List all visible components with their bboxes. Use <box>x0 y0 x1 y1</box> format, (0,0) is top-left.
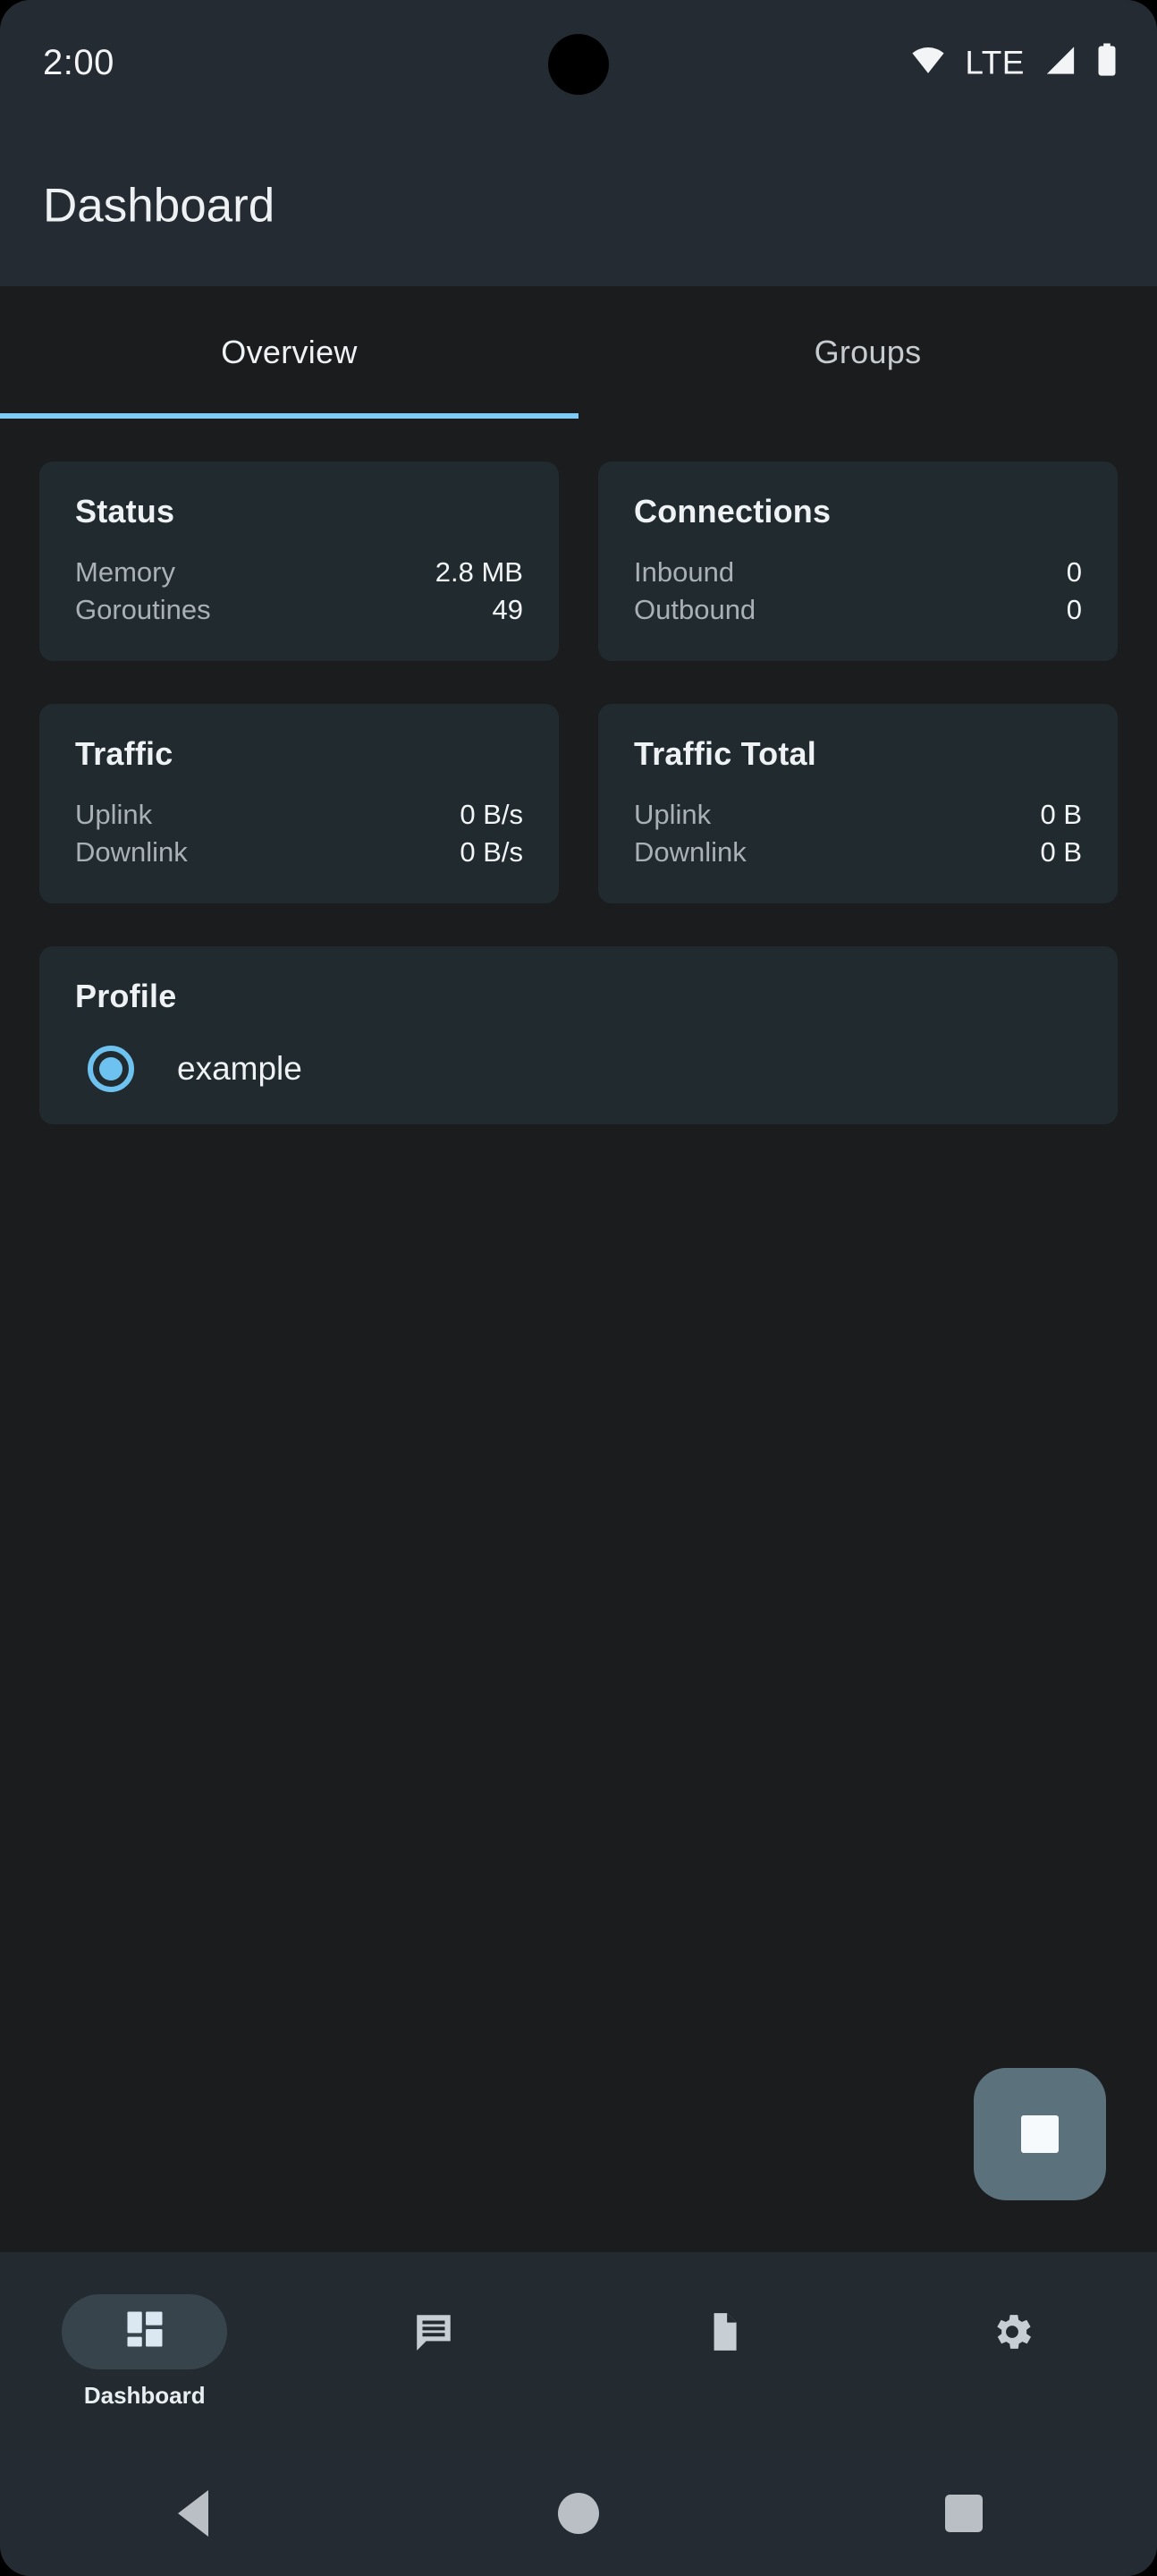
radio-dot <box>99 1057 122 1080</box>
system-back-button[interactable] <box>0 2490 385 2537</box>
status-bar-clock: 2:00 <box>43 42 114 82</box>
card-row-2: Traffic Uplink 0 B/s Downlink 0 B/s Traf… <box>0 704 1157 903</box>
status-bar-icons: LTE <box>910 43 1118 82</box>
connections-row-outbound: Outbound 0 <box>634 591 1082 629</box>
connections-inbound-value: 0 <box>1066 556 1082 588</box>
traffic-total-uplink-label: Uplink <box>634 799 712 830</box>
card-row-1: Status Memory 2.8 MB Goroutines 49 Conne… <box>0 462 1157 661</box>
traffic-downlink-label: Downlink <box>75 836 188 868</box>
nav-item-dashboard[interactable]: Dashboard <box>0 2252 290 2451</box>
bottom-navigation-bar: Dashboard Logs Files <box>0 2252 1157 2451</box>
connections-inbound-label: Inbound <box>634 556 735 588</box>
profile-option-label: example <box>177 1050 302 1087</box>
connections-row-inbound: Inbound 0 <box>634 554 1082 591</box>
gear-icon <box>930 2294 1095 2369</box>
tab-bar: Overview Groups <box>0 286 1157 419</box>
nav-item-dashboard-label: Dashboard <box>83 2381 206 2409</box>
profile-option-row[interactable]: example <box>75 1046 1082 1092</box>
dashboard-icon <box>122 2306 168 2357</box>
camera-punch-hole <box>548 34 609 95</box>
system-navigation-bar <box>0 2451 1157 2576</box>
phone-screen: 2:00 LTE Dashboard Overview Groups Statu… <box>0 0 1157 2576</box>
nav-item-logs[interactable]: Logs <box>290 2252 579 2451</box>
profile-card-title: Profile <box>75 978 177 1014</box>
traffic-total-uplink-value: 0 B <box>1040 799 1082 830</box>
traffic-total-card-title: Traffic Total <box>634 735 816 772</box>
status-row-memory: Memory 2.8 MB <box>75 554 523 591</box>
battery-icon <box>1096 43 1118 82</box>
status-card-title: Status <box>75 493 175 530</box>
system-home-button[interactable] <box>385 2493 771 2534</box>
status-memory-value: 2.8 MB <box>435 556 523 588</box>
document-icon <box>640 2294 806 2369</box>
network-type-label: LTE <box>965 44 1025 80</box>
traffic-total-row-downlink: Downlink 0 B <box>634 834 1082 871</box>
traffic-total-row-uplink: Uplink 0 B <box>634 796 1082 834</box>
traffic-card-title: Traffic <box>75 735 173 772</box>
nav-item-settings[interactable]: Settings <box>868 2252 1157 2451</box>
status-row-goroutines: Goroutines 49 <box>75 591 523 629</box>
back-triangle-icon <box>177 2490 208 2537</box>
page-title: Dashboard <box>43 179 275 233</box>
status-memory-label: Memory <box>75 556 175 588</box>
traffic-card: Traffic Uplink 0 B/s Downlink 0 B/s <box>39 704 559 903</box>
status-goroutines-label: Goroutines <box>75 594 211 625</box>
profile-card: Profile example <box>39 946 1118 1124</box>
traffic-row-uplink: Uplink 0 B/s <box>75 796 523 834</box>
tab-overview[interactable]: Overview <box>0 286 578 419</box>
traffic-total-card: Traffic Total Uplink 0 B Downlink 0 B <box>598 704 1118 903</box>
connections-outbound-label: Outbound <box>634 594 756 625</box>
recents-square-icon <box>945 2495 984 2532</box>
status-goroutines-value: 49 <box>492 594 523 625</box>
content-area: Status Memory 2.8 MB Goroutines 49 Conne… <box>0 419 1157 2200</box>
stop-fab-button[interactable] <box>974 2068 1106 2200</box>
traffic-downlink-value: 0 B/s <box>460 836 523 868</box>
status-card: Status Memory 2.8 MB Goroutines 49 <box>39 462 559 661</box>
chat-icon <box>351 2294 517 2369</box>
nav-item-files[interactable]: Files <box>578 2252 868 2451</box>
stop-icon <box>1021 2115 1059 2153</box>
home-circle-icon <box>557 2493 599 2534</box>
system-recents-button[interactable] <box>772 2495 1157 2532</box>
wifi-icon <box>910 47 946 80</box>
status-bar: 2:00 LTE <box>0 0 1157 125</box>
radio-button-selected-icon[interactable] <box>88 1046 134 1092</box>
connections-outbound-value: 0 <box>1066 594 1082 625</box>
traffic-row-downlink: Downlink 0 B/s <box>75 834 523 871</box>
traffic-total-downlink-value: 0 B <box>1040 836 1082 868</box>
connections-card-title: Connections <box>634 493 832 530</box>
signal-icon <box>1043 46 1077 80</box>
tab-groups[interactable]: Groups <box>578 286 1157 419</box>
app-bar: Dashboard <box>0 125 1157 286</box>
card-row-3: Profile example <box>0 946 1157 1124</box>
traffic-total-downlink-label: Downlink <box>634 836 747 868</box>
traffic-uplink-label: Uplink <box>75 799 153 830</box>
nav-active-pill <box>62 2293 228 2369</box>
traffic-uplink-value: 0 B/s <box>460 799 523 830</box>
connections-card: Connections Inbound 0 Outbound 0 <box>598 462 1118 661</box>
